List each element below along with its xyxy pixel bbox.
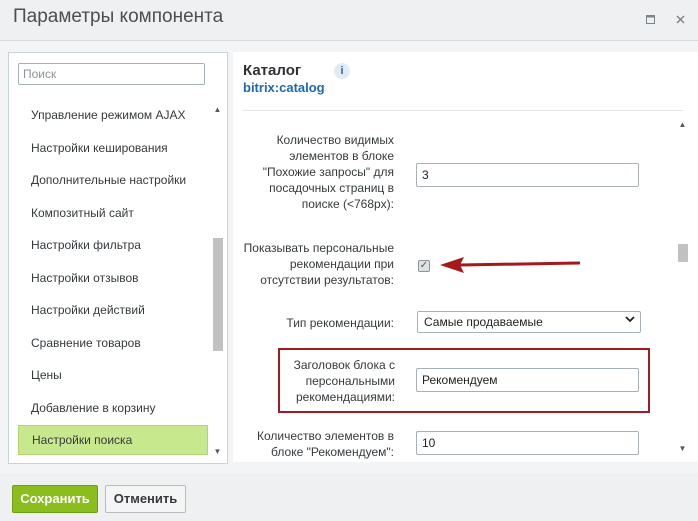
chevron-down-icon [625,315,635,326]
sidebar-item-actions[interactable]: Настройки действий [18,294,208,327]
sidebar-item-filter[interactable]: Настройки фильтра [18,229,208,262]
rec-count-input[interactable] [416,431,639,455]
sidebar-item-search-settings[interactable]: Настройки поиска [18,425,208,455]
rec-count-label: Количество элементов в блоке "Рекомендуе… [257,429,394,459]
sidebar-item-reviews[interactable]: Настройки отзывов [18,262,208,295]
sections-sidebar: Управление режимом AJAX Настройки кеширо… [8,52,228,464]
sidebar-scrollbar[interactable]: ▲ ▼ [212,103,223,458]
sidebar-scroll-thumb[interactable] [213,238,223,351]
divider [243,110,683,111]
rec-type-select[interactable]: Самые продаваемые [417,311,641,333]
sidebar-item-compare[interactable]: Сравнение товаров [18,327,208,360]
sidebar-item-basket[interactable]: Добавление в корзину [18,392,208,425]
show-personal-label: Показывать персональные рекомендации при… [243,241,394,287]
info-icon[interactable]: i [334,63,350,79]
dialog-title: Параметры компонента [13,6,224,27]
rec-type-label: Тип рекомендации: [286,316,394,330]
dialog-footer: Сохранить Отменить [0,473,698,521]
rec-type-value: Самые продаваемые [424,315,543,329]
save-button[interactable]: Сохранить [12,485,98,513]
settings-scroll-thumb[interactable] [678,244,688,262]
sidebar-item-prices[interactable]: Цены [18,359,208,392]
component-settings-dialog: Параметры компонента Управление режимом … [0,0,698,521]
scroll-down-icon[interactable]: ▼ [212,447,223,457]
maximize-icon[interactable] [646,14,655,26]
block-title-label: Заголовок блока с персональными рекоменд… [293,358,395,404]
similar-queries-input[interactable] [416,163,639,187]
search-input[interactable] [18,63,205,85]
cancel-button[interactable]: Отменить [105,485,186,513]
scroll-down-icon[interactable]: ▼ [677,444,688,454]
scroll-up-icon[interactable]: ▲ [212,105,223,115]
scroll-up-icon[interactable]: ▲ [677,120,688,130]
component-code: bitrix:catalog [243,80,325,95]
component-title: Каталог [243,62,302,79]
sidebar-item-cache[interactable]: Настройки кеширования [18,132,208,165]
similar-queries-label: Количество видимых элементов в блоке "По… [262,133,394,211]
annotation-arrow-icon [440,257,580,273]
settings-panel: Каталог i bitrix:catalog Количество види… [233,52,698,462]
sections-menu: Управление режимом AJAX Настройки кеширо… [18,99,208,455]
close-icon[interactable] [676,14,685,26]
sidebar-item-ajax[interactable]: Управление режимом AJAX [18,99,208,132]
settings-scrollbar[interactable]: ▲ ▼ [677,118,688,458]
block-title-input[interactable] [416,368,639,392]
sidebar-item-additional[interactable]: Дополнительные настройки [18,164,208,197]
sidebar-item-composite[interactable]: Композитный сайт [18,197,208,230]
dialog-titlebar: Параметры компонента [0,0,698,41]
show-personal-checkbox[interactable]: ✓ [418,260,430,272]
